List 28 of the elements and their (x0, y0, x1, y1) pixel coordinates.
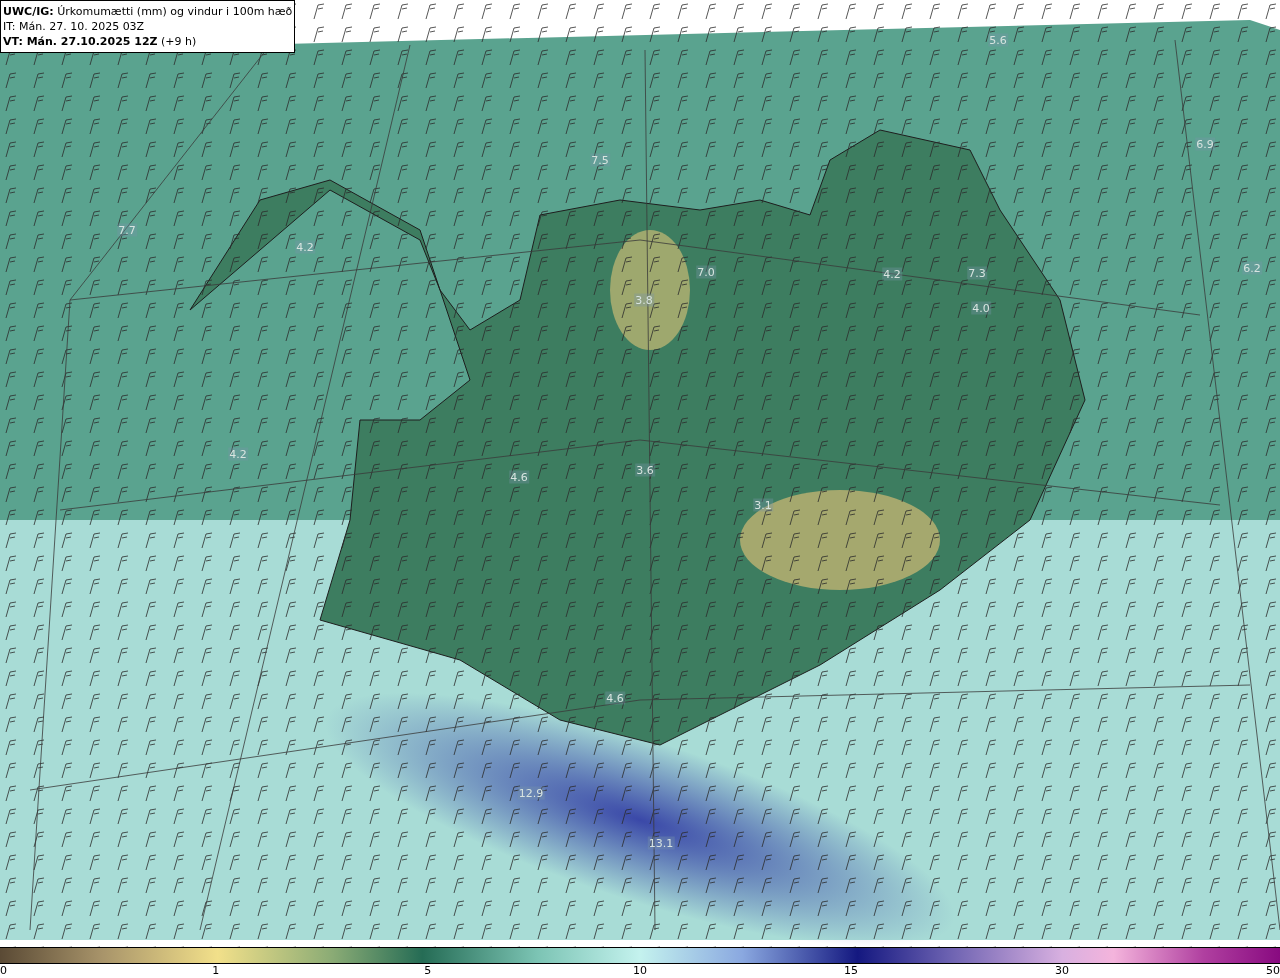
title-line: UWC/IG: Úrkomumætti (mm) og vindur i 100m hæð (3, 4, 293, 19)
precipitation-value: 4.0 (971, 301, 991, 315)
colorbar-tick-label: 0 (0, 964, 7, 978)
precipitation-value: 3.1 (753, 498, 773, 512)
precipitation-value: 4.2 (295, 240, 315, 254)
colorbar-tick-label: 30 (1055, 964, 1069, 978)
precipitation-value: 12.9 (517, 786, 545, 800)
precipitation-value: 4.6 (605, 691, 625, 705)
precipitation-value: 4.2 (228, 447, 248, 461)
title-line: IT: Mán. 27. 10. 2025 03Z (3, 19, 145, 34)
colorbar-tick-label: 10 (633, 964, 647, 978)
precipitation-value: 4.2 (882, 267, 902, 281)
precipitation-value: 3.8 (634, 293, 654, 307)
colorbar-tick-label: 50 (1266, 964, 1280, 978)
title-line: VT: Mán. 27.10.2025 12Z (+9 h) (3, 34, 197, 49)
precipitation-value: 4.6 (509, 470, 529, 484)
precipitation-value: 5.6 (988, 33, 1008, 47)
precipitation-value: 13.1 (647, 836, 675, 850)
precipitation-value: 7.3 (967, 266, 987, 280)
precipitation-value: 3.6 (635, 463, 655, 477)
precipitation-value: 7.0 (696, 265, 716, 279)
precipitation-value: 6.2 (1242, 261, 1262, 275)
colorbar-tick-label: 5 (424, 964, 432, 978)
precipitation-value: 7.7 (117, 223, 137, 237)
colorbar-tick-label: 15 (844, 964, 858, 978)
precipitation-value: 7.5 (590, 153, 610, 167)
colorbar-tick-label: 1 (212, 964, 220, 978)
precipitation-value: 6.9 (1195, 137, 1215, 151)
